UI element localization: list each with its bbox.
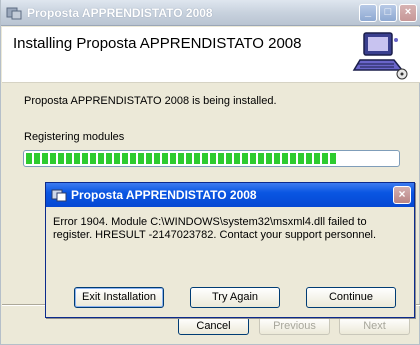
current-action-text: Registering modules xyxy=(24,131,125,143)
installer-app-icon xyxy=(6,7,22,20)
error-dialog: Proposta APPRENDISTATO 2008 × Error 1904… xyxy=(45,182,415,318)
error-dialog-titlebar[interactable]: Proposta APPRENDISTATO 2008 × xyxy=(46,183,414,207)
error-dialog-title: Proposta APPRENDISTATO 2008 xyxy=(71,188,257,202)
install-progress-bar xyxy=(23,150,400,167)
try-again-button[interactable]: Try Again xyxy=(190,287,280,308)
continue-button[interactable]: Continue xyxy=(306,287,396,308)
close-icon[interactable]: × xyxy=(399,4,417,22)
previous-button[interactable]: Previous xyxy=(259,317,330,335)
installer-title: Proposta APPRENDISTATO 2008 xyxy=(27,6,213,20)
minimize-icon[interactable]: _ xyxy=(359,4,377,22)
error-message: Error 1904. Module C:\WINDOWS\system32\m… xyxy=(53,216,377,241)
maximize-icon[interactable]: □ xyxy=(379,4,397,22)
page-title: Installing Proposta APPRENDISTATO 2008 xyxy=(13,35,302,52)
install-status-text: Proposta APPRENDISTATO 2008 is being ins… xyxy=(24,95,277,107)
dialog-app-icon xyxy=(51,189,67,202)
installer-header: Installing Proposta APPRENDISTATO 2008 xyxy=(2,27,420,83)
installer-titlebar[interactable]: Proposta APPRENDISTATO 2008 _ □ × xyxy=(1,0,420,26)
cancel-button[interactable]: Cancel xyxy=(178,317,249,335)
progress-fill xyxy=(26,153,338,164)
next-button[interactable]: Next xyxy=(339,317,410,335)
computer-setup-icon xyxy=(352,32,408,80)
exit-installation-button[interactable]: Exit Installation xyxy=(74,287,164,308)
dialog-close-icon[interactable]: × xyxy=(393,186,411,204)
